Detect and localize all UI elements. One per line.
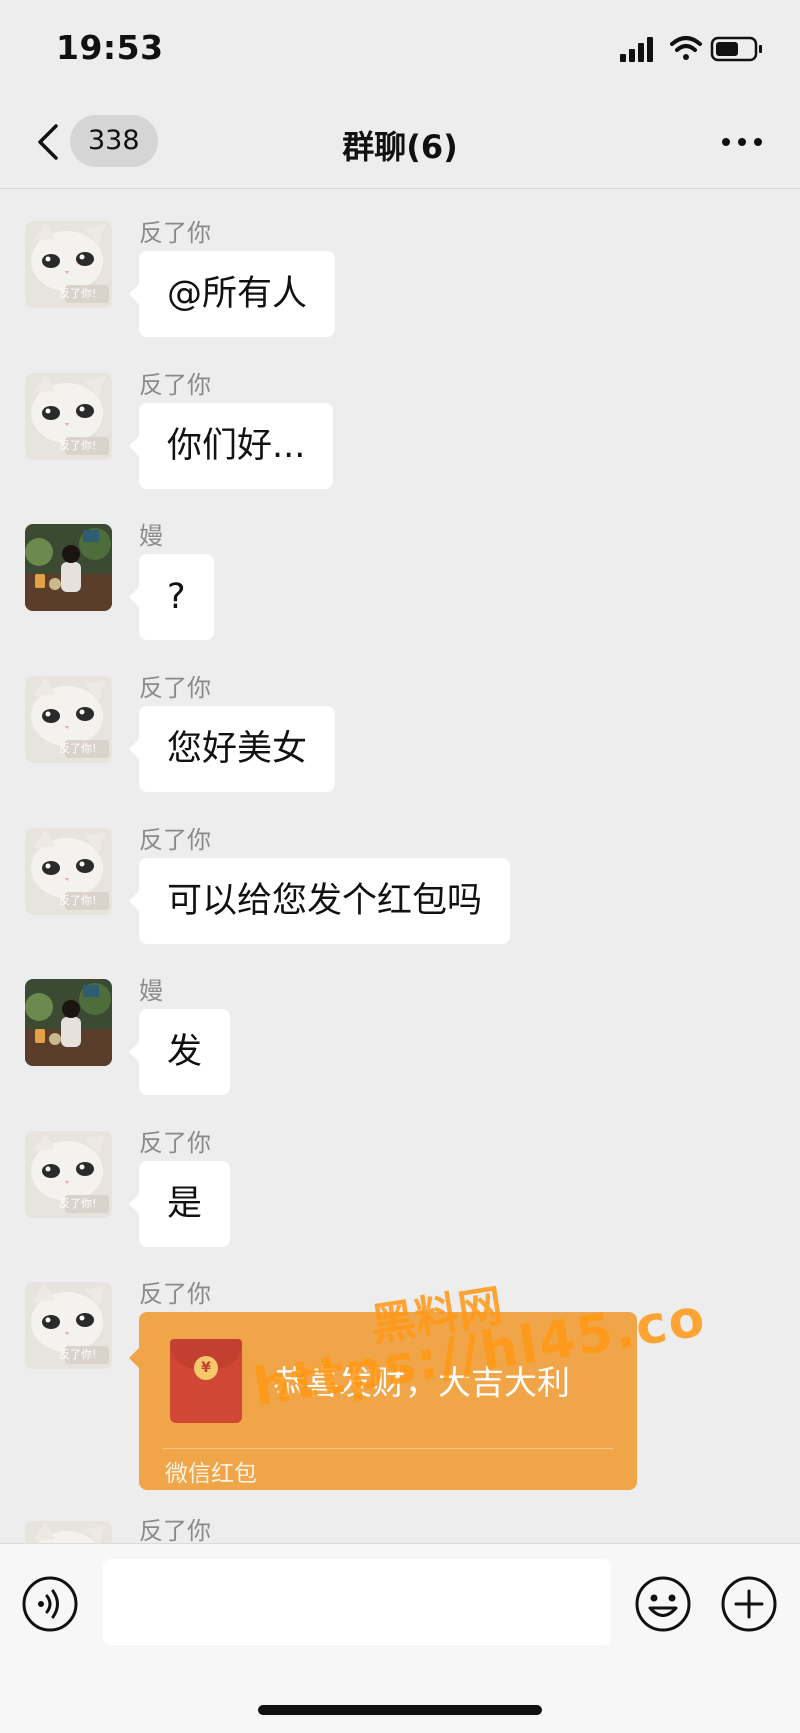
battery-icon: [710, 36, 762, 62]
red-packet-label: 微信红包: [165, 1461, 257, 1487]
avatar[interactable]: [25, 524, 112, 611]
avatar-caption: 反了你!: [59, 1197, 97, 1210]
message-bubble[interactable]: 是: [128, 1161, 231, 1247]
emoji-icon[interactable]: [634, 1575, 692, 1633]
divider: [163, 1448, 613, 1449]
sender-name: 反了你: [139, 1129, 211, 1157]
message-item: 反了你! 反了你 是: [0, 1117, 800, 1257]
message-input[interactable]: [103, 1559, 611, 1645]
sender-name: 反了你: [139, 674, 211, 702]
voice-icon[interactable]: [21, 1575, 79, 1633]
message-bubble[interactable]: 你们好...: [128, 403, 334, 489]
status-icons: [620, 32, 770, 66]
message-bubble[interactable]: 可以给您发个红包吗: [128, 858, 511, 944]
chat-header: 338 群聊(6): [0, 100, 800, 189]
message-bubble[interactable]: @所有人: [128, 251, 336, 337]
message-item: 反了你! 反了你 你们好...: [0, 359, 800, 499]
message-item: 反了你! 反了你 您好美女: [0, 662, 800, 802]
avatar-caption: 反了你!: [59, 742, 97, 755]
input-bar: [0, 1543, 800, 1733]
status-time: 19:53: [56, 28, 164, 67]
red-packet-message: 恭喜发财，大吉大利: [273, 1363, 570, 1402]
signal-icon: [620, 37, 653, 62]
sender-name: 反了你: [139, 371, 211, 399]
avatar-caption: 反了你!: [59, 894, 97, 907]
message-item: 反了你! 反了你 可以给您发个红包吗: [0, 814, 800, 954]
message-item: 嫚 发: [0, 965, 800, 1105]
sender-name: 嫚: [139, 522, 163, 550]
sender-name: 反了你: [139, 826, 211, 854]
sender-name: 反了你: [139, 1517, 211, 1543]
message-item: 反了你! 反了你 @所有人: [0, 207, 800, 347]
avatar[interactable]: [25, 1521, 112, 1543]
message-item: 嫚 ?: [0, 510, 800, 650]
avatar[interactable]: 反了你!: [25, 221, 112, 308]
avatar[interactable]: 反了你!: [25, 1131, 112, 1218]
avatar-caption: 反了你!: [59, 439, 97, 452]
avatar-caption: 反了你!: [59, 1348, 97, 1361]
avatar[interactable]: 反了你!: [25, 676, 112, 763]
avatar[interactable]: 反了你!: [25, 828, 112, 915]
avatar[interactable]: 反了你!: [25, 373, 112, 460]
wifi-icon: [670, 36, 702, 60]
plus-icon[interactable]: [720, 1575, 778, 1633]
avatar-caption: 反了你!: [59, 287, 97, 300]
more-dots-icon[interactable]: [720, 130, 764, 154]
message-list[interactable]: 反了你! 反了你 @所有人 反了你! 反了你 你们好... 嫚 ? 反了你! 反…: [0, 189, 800, 1543]
message-item: 反了你: [0, 1511, 800, 1543]
sender-name: 反了你: [139, 219, 211, 247]
chat-title: 群聊(6): [342, 128, 458, 166]
home-indicator: [258, 1705, 542, 1715]
message-bubble[interactable]: 发: [128, 1009, 231, 1095]
red-envelope-icon: ¥: [170, 1339, 242, 1423]
message-bubble[interactable]: 您好美女: [128, 706, 336, 792]
message-bubble[interactable]: ?: [129, 554, 214, 640]
sender-name: 嫚: [139, 977, 163, 1005]
avatar[interactable]: 反了你!: [25, 1282, 112, 1369]
red-packet-card[interactable]: ¥ 恭喜发财，大吉大利 微信红包: [129, 1312, 637, 1490]
avatar[interactable]: [25, 979, 112, 1066]
status-bar: 19:53: [0, 0, 800, 100]
sender-name: 反了你: [139, 1280, 211, 1308]
message-item: 反了你! 反了你 ¥ 恭喜发财，大吉大利 微信红包: [0, 1268, 800, 1508]
